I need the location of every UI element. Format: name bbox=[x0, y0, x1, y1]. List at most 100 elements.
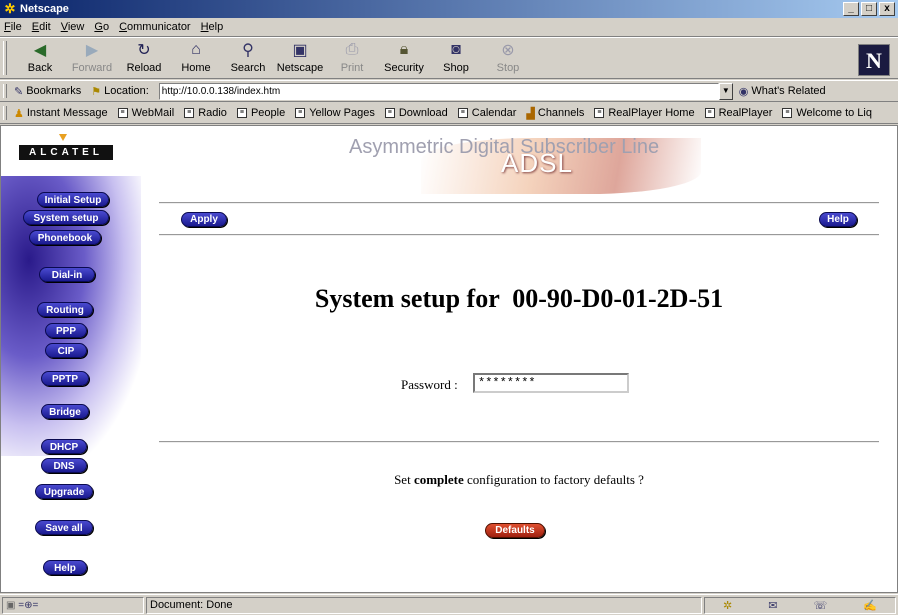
nav-dhcp[interactable]: DHCP bbox=[41, 439, 87, 454]
reload-button[interactable]: ↻ Reload bbox=[118, 38, 170, 78]
netscape-label: Netscape bbox=[276, 62, 324, 74]
menu-file[interactable]: File bbox=[4, 21, 22, 33]
netscape-n-logo[interactable]: N bbox=[858, 44, 890, 76]
security-lock-icon[interactable]: ▣ bbox=[6, 600, 15, 611]
nav-bridge[interactable]: Bridge bbox=[41, 404, 89, 419]
nav-routing[interactable]: Routing bbox=[37, 302, 93, 317]
divider-bottom bbox=[159, 441, 879, 443]
sidebar: ALCATEL Initial Setup System setup Phone… bbox=[1, 126, 141, 592]
personal-item-channels[interactable]: ▟ Channels bbox=[526, 107, 584, 120]
menu-edit[interactable]: Edit bbox=[32, 21, 51, 33]
nav-upgrade[interactable]: Upgrade bbox=[35, 484, 93, 499]
page-proxy-icon[interactable]: ⚑ bbox=[91, 85, 101, 98]
menu-go[interactable]: Go bbox=[94, 21, 109, 33]
lock-icon: 🔒︎ bbox=[399, 41, 409, 58]
netscape-logo-icon: ✲ bbox=[4, 1, 16, 16]
page-icon: ≡ bbox=[236, 108, 247, 118]
forward-button[interactable]: ▶ Forward bbox=[66, 38, 118, 78]
factory-prefix: Set bbox=[394, 472, 414, 487]
status-left-panel: ▣ =⊕= bbox=[2, 596, 144, 614]
personal-item-calendar[interactable]: ≡ Calendar bbox=[457, 107, 516, 119]
nav-phonebook[interactable]: Phonebook bbox=[29, 230, 101, 245]
whats-related-button[interactable]: ◉ What's Related bbox=[739, 85, 826, 98]
menu-view[interactable]: View bbox=[61, 21, 85, 33]
whats-related-label: What's Related bbox=[751, 85, 826, 97]
nav-save-all[interactable]: Save all bbox=[35, 520, 93, 535]
print-button[interactable]: ⎙ Print bbox=[326, 38, 378, 78]
factory-defaults-prompt: Set complete configuration to factory de… bbox=[159, 472, 879, 488]
personal-item-people[interactable]: ≡ People bbox=[236, 107, 285, 119]
nav-pptp[interactable]: PPTP bbox=[41, 371, 89, 386]
help-button[interactable]: Help bbox=[819, 212, 857, 227]
menu-communicator[interactable]: Communicator bbox=[119, 21, 191, 33]
toolbar-grip[interactable] bbox=[3, 41, 7, 75]
status-bar: ▣ =⊕= Document: Done ✲ ✉ ☏ ✍ bbox=[0, 594, 898, 615]
bookmarks-button[interactable]: ✎ Bookmarks bbox=[14, 85, 81, 98]
stop-button[interactable]: ⊗ Stop bbox=[482, 38, 534, 78]
component-bar: ✲ ✉ ☏ ✍ bbox=[704, 596, 896, 614]
composer-icon[interactable]: ✍ bbox=[863, 599, 877, 612]
page-icon: ≡ bbox=[117, 108, 128, 118]
personal-item-realplayer[interactable]: ≡ RealPlayer bbox=[704, 107, 772, 119]
stop-label: Stop bbox=[496, 62, 520, 74]
page-title: System setup for 00-90-D0-01-2D-51 bbox=[314, 284, 724, 313]
location-grip[interactable] bbox=[3, 84, 7, 98]
nav-initial-setup[interactable]: Initial Setup bbox=[37, 192, 109, 207]
factory-suffix: configuration to factory defaults ? bbox=[463, 472, 644, 487]
nav-ppp[interactable]: PPP bbox=[45, 323, 87, 338]
maximize-button[interactable]: □ bbox=[861, 2, 877, 16]
back-button[interactable]: ◀ Back bbox=[14, 38, 66, 78]
navigator-icon[interactable]: ✲ bbox=[723, 599, 732, 612]
search-button[interactable]: ⚲ Search bbox=[222, 38, 274, 78]
personal-item-download[interactable]: ≡ Download bbox=[384, 107, 448, 119]
divider-top bbox=[159, 202, 879, 204]
nav-cip[interactable]: CIP bbox=[45, 343, 87, 358]
menu-bar: File Edit View Go Communicator Help bbox=[0, 18, 898, 37]
search-icon: ⚲ bbox=[242, 42, 254, 59]
personal-item-radio[interactable]: ≡ Radio bbox=[184, 107, 227, 119]
menu-help[interactable]: Help bbox=[201, 21, 224, 33]
personal-grip[interactable] bbox=[3, 106, 7, 120]
url-input[interactable]: http://10.0.0.138/index.htm bbox=[158, 82, 719, 100]
whats-related-icon: ◉ bbox=[738, 85, 749, 98]
minimize-button[interactable]: _ bbox=[843, 2, 859, 16]
online-status-icon[interactable]: =⊕= bbox=[18, 600, 38, 611]
back-label: Back bbox=[27, 62, 53, 74]
alcatel-triangle-icon bbox=[59, 134, 67, 141]
netscape-button[interactable]: ▣ Netscape bbox=[274, 38, 326, 78]
banner-product: ADSL bbox=[501, 148, 573, 178]
security-button[interactable]: 🔒︎ Security bbox=[378, 38, 430, 78]
personal-item-webmail[interactable]: ≡ WebMail bbox=[117, 107, 174, 119]
reload-icon: ↻ bbox=[137, 42, 151, 59]
shop-button[interactable]: ◙ Shop bbox=[430, 38, 482, 78]
page-icon: ≡ bbox=[594, 108, 605, 118]
password-field[interactable]: ******** bbox=[473, 373, 629, 393]
home-button[interactable]: ⌂ Home bbox=[170, 38, 222, 78]
window-title-bar[interactable]: ✲ Netscape _ □ x bbox=[0, 0, 898, 18]
nav-help[interactable]: Help bbox=[43, 560, 87, 575]
back-arrow-icon: ◀ bbox=[33, 42, 47, 59]
personal-item-realplayer-home[interactable]: ≡ RealPlayer Home bbox=[594, 107, 695, 119]
personal-item-welcome[interactable]: ≡ Welcome to Liq bbox=[782, 107, 872, 119]
navigation-toolbar: ◀ Back ▶ Forward ↻ Reload ⌂ Home ⚲ Search ▣ Ne… bbox=[0, 37, 898, 79]
adsl-banner: Asymmetric Digital Subscriber Line ADSL bbox=[331, 130, 701, 194]
nav-dns[interactable]: DNS bbox=[41, 458, 87, 473]
reload-label: Reload bbox=[126, 62, 162, 74]
my-netscape-icon: ▣ bbox=[292, 42, 308, 59]
alcatel-wordmark: ALCATEL bbox=[19, 145, 113, 160]
page-icon: ≡ bbox=[704, 108, 715, 118]
personal-item-yellow-pages[interactable]: ≡ Yellow Pages bbox=[295, 107, 375, 119]
defaults-button[interactable]: Defaults bbox=[485, 523, 545, 538]
apply-button[interactable]: Apply bbox=[181, 212, 227, 227]
location-label-group: ⚑ Location: bbox=[91, 85, 149, 98]
url-dropdown-button[interactable]: ▼ bbox=[718, 82, 733, 100]
personal-item-instant-message[interactable]: ♟ Instant Message bbox=[14, 107, 108, 120]
mail-icon[interactable]: ✉ bbox=[768, 599, 777, 612]
page-icon: ≡ bbox=[295, 108, 306, 118]
close-button[interactable]: x bbox=[879, 2, 895, 16]
nav-system-setup[interactable]: System setup bbox=[23, 210, 109, 225]
instant-message-icon: ♟ bbox=[14, 107, 24, 120]
nav-dial-in[interactable]: Dial-in bbox=[39, 267, 95, 282]
discussions-icon[interactable]: ☏ bbox=[813, 599, 827, 612]
bookmarks-icon: ✎ bbox=[14, 85, 24, 98]
